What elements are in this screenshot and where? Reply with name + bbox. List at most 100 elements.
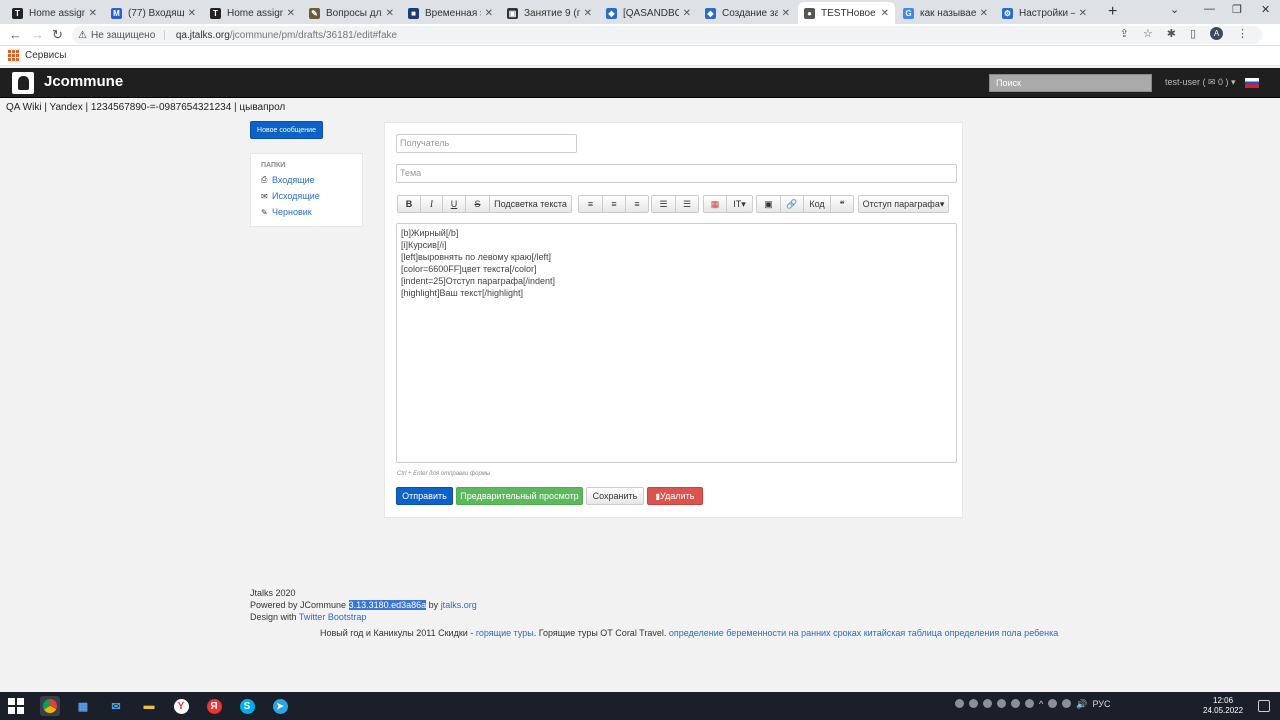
tab-close-icon[interactable]: ✕ <box>584 8 592 19</box>
back-icon[interactable]: ← <box>9 27 22 42</box>
italic-button[interactable]: I <box>420 196 442 212</box>
browser-tab[interactable]: Gкак называетс ✕ <box>897 2 994 24</box>
tray-volume-icon[interactable]: 🔊 <box>1076 699 1087 710</box>
underline-button[interactable]: U <box>442 196 465 212</box>
strike-button[interactable]: S <box>465 196 489 212</box>
security-label[interactable]: Не защищено <box>91 30 155 41</box>
align-center-button[interactable]: ≡ <box>602 196 625 212</box>
notifications-icon[interactable] <box>1258 700 1270 712</box>
taskbar-clock[interactable]: 12:06 24.05.2022 <box>1203 696 1243 716</box>
tab-close-icon[interactable]: ✕ <box>485 8 493 19</box>
jtalks-link[interactable]: jtalks.org <box>441 600 477 610</box>
subject-field[interactable]: Тема <box>396 164 957 183</box>
chrome-taskbar-icon[interactable] <box>40 696 60 716</box>
bullet-list-button[interactable]: ☰ <box>652 196 675 212</box>
text-size-button[interactable]: IT▾ <box>726 196 752 212</box>
tray-gpu-icon[interactable] <box>1011 699 1020 708</box>
tab-close-icon[interactable]: ✕ <box>980 8 988 19</box>
external-links[interactable]: QA Wiki | Yandex | 1234567890-=-09876543… <box>6 102 285 113</box>
tray-app-icon[interactable] <box>969 699 978 708</box>
star-icon[interactable]: ☆ <box>1143 27 1153 40</box>
sidepanel-icon[interactable]: ▯ <box>1190 27 1196 40</box>
tab-close-icon[interactable]: ✕ <box>683 8 691 19</box>
browser-tab[interactable]: ▣ Занятие 9 (про ✕ <box>501 2 598 24</box>
address-bar[interactable]: ⚠ Не защищено | qa.jtalks.org/jcommune/p… <box>72 26 1262 44</box>
align-left-button[interactable]: ≡ <box>579 196 602 212</box>
save-button[interactable]: Сохранить <box>586 487 644 505</box>
tab-close-icon[interactable]: ✕ <box>782 8 790 19</box>
tray-chevron-icon[interactable]: ^ <box>1039 699 1043 710</box>
new-message-button[interactable]: Новое сообщение <box>250 121 323 139</box>
calculator-taskbar-icon[interactable]: ▦ <box>73 696 93 716</box>
paragraph-indent-button[interactable]: Отступ параграфа▾ <box>859 196 948 212</box>
folder-item[interactable]: ✉ Исходящие <box>261 188 352 204</box>
telegram-taskbar-icon[interactable]: ➤ <box>270 696 290 716</box>
browser-tab[interactable]: M (77) Входящие ✕ <box>105 2 202 24</box>
browser-tab[interactable]: T Home assignme ✕ <box>204 2 301 24</box>
browser-tab[interactable]: ⚙ Настройки – С ✕ <box>996 2 1093 24</box>
ad-link-pregnancy[interactable]: определение беременности на ранних срока… <box>669 628 1058 638</box>
tray-shield-icon[interactable] <box>983 699 992 708</box>
folder-item[interactable]: ⎙ Входящие <box>261 172 352 188</box>
tab-search-icon[interactable]: ⌄ <box>1170 3 1179 16</box>
delete-button[interactable]: ▮ Удалить <box>647 487 703 505</box>
message-body-editor[interactable]: [b]Жирный[/b] [i]Курсив[/i] [left]выровнят… <box>396 223 957 463</box>
url-text[interactable]: qa.jtalks.org/jcommune/pm/drafts/36181/e… <box>176 30 397 41</box>
quote-button[interactable]: ❝ <box>830 196 853 212</box>
minimize-icon[interactable]: — <box>1204 3 1215 15</box>
russian-flag-icon[interactable] <box>1245 78 1259 88</box>
user-menu[interactable]: test-user ( ✉ 0 ) ▾ <box>1165 77 1236 88</box>
numbered-list-button[interactable]: ☰ <box>675 196 698 212</box>
jcommune-logo-icon[interactable] <box>12 72 34 94</box>
new-tab-icon[interactable]: + <box>1108 3 1117 21</box>
code-button[interactable]: Код <box>803 196 830 212</box>
tray-chat-icon[interactable] <box>1062 699 1072 708</box>
browser-tab[interactable]: ✎ Вопросы для с ✕ <box>303 2 400 24</box>
menu-icon[interactable]: ⋮ <box>1237 27 1248 40</box>
extensions-icon[interactable]: ✱ <box>1167 27 1176 40</box>
tab-close-icon[interactable]: ✕ <box>386 8 394 19</box>
browser-tab[interactable]: ■ Временная эле ✕ <box>402 2 499 24</box>
skype-taskbar-icon[interactable]: S <box>237 696 257 716</box>
text-color-button[interactable]: ▦ <box>704 196 726 212</box>
tray-network-icon[interactable] <box>1048 699 1058 708</box>
close-window-icon[interactable]: ✕ <box>1261 3 1270 16</box>
bookmark-services[interactable]: Сервисы <box>25 50 66 61</box>
preview-button[interactable]: Предварительный просмотр <box>456 487 583 505</box>
tray-bluetooth-icon[interactable] <box>1025 699 1034 708</box>
browser-tab[interactable]: ◆ Создание зада ✕ <box>699 2 796 24</box>
yandex-taskbar-icon[interactable]: Я <box>204 696 224 716</box>
language-indicator[interactable]: РУС <box>1092 699 1110 710</box>
apps-grid-icon[interactable] <box>8 50 19 61</box>
image-button[interactable]: ▣ <box>757 196 780 212</box>
browser-tab[interactable]: ◆ [QASANDBOX- ✕ <box>600 2 697 24</box>
folder-item[interactable]: ✎ Черновик <box>261 204 352 220</box>
tab-close-icon[interactable]: ✕ <box>188 8 196 19</box>
forward-icon[interactable]: → <box>31 27 44 42</box>
windows-start-icon[interactable] <box>8 698 24 714</box>
send-button[interactable]: Отправить <box>396 487 453 505</box>
browser-tab[interactable]: T Home assignme ✕ <box>6 2 103 24</box>
tab-close-icon[interactable]: ✕ <box>881 8 889 19</box>
mail-taskbar-icon[interactable]: ✉ <box>106 696 126 716</box>
yandex-browser-taskbar-icon[interactable]: Y <box>171 696 191 716</box>
site-brand[interactable]: Jcommune <box>44 73 123 90</box>
tray-dropbox-icon[interactable] <box>997 699 1006 708</box>
align-right-button[interactable]: ≡ <box>625 196 648 212</box>
tab-close-icon[interactable]: ✕ <box>287 8 295 19</box>
tray-skype-icon[interactable] <box>955 699 964 708</box>
tab-close-icon[interactable]: ✕ <box>89 8 97 19</box>
warning-icon[interactable]: ⚠ <box>78 30 87 41</box>
profile-avatar[interactable]: A <box>1210 27 1223 40</box>
explorer-taskbar-icon[interactable]: ▬ <box>139 696 159 716</box>
restore-icon[interactable]: ❐ <box>1232 3 1242 16</box>
reload-icon[interactable]: ↻ <box>52 27 63 43</box>
highlight-button[interactable]: Подсветка текста <box>489 196 571 212</box>
share-icon[interactable]: ⇪ <box>1120 27 1129 40</box>
link-button[interactable]: 🔗 <box>780 196 803 212</box>
bootstrap-link[interactable]: Twitter Bootstrap <box>299 612 367 622</box>
tab-close-icon[interactable]: ✕ <box>1079 8 1087 19</box>
ad-link-tours[interactable]: горящие туры <box>476 628 534 638</box>
browser-tab[interactable]: ● TESTНовое соо ✕ <box>798 2 895 24</box>
recipient-field[interactable]: Получатель <box>396 134 577 153</box>
